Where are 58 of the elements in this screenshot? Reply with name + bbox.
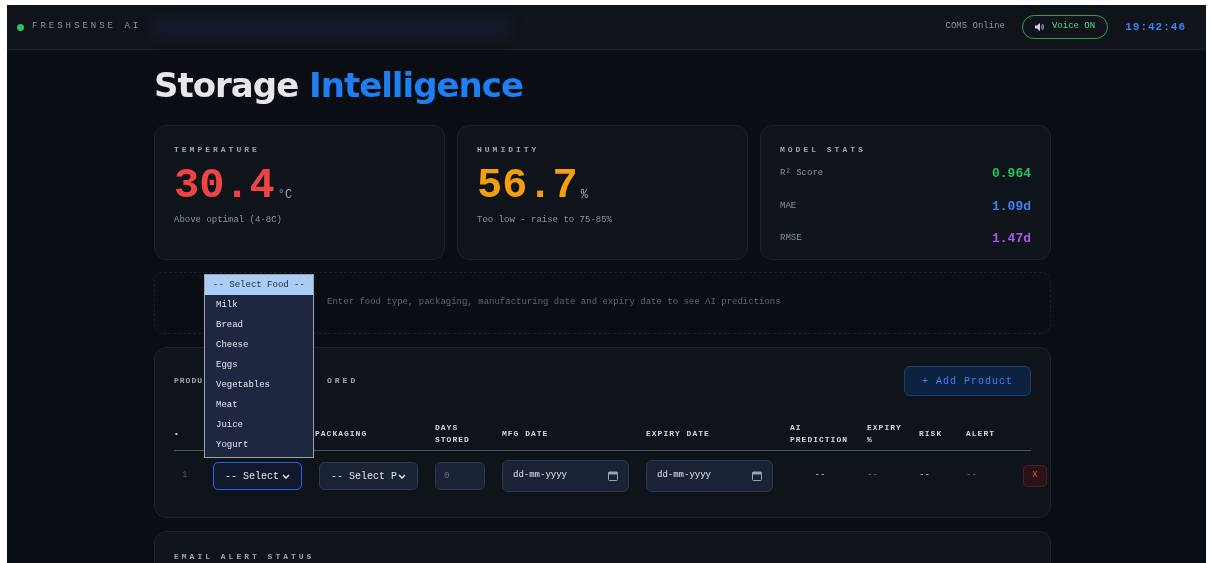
reading-value: 56.7 [477,164,578,208]
column-header: • [174,428,181,440]
card-label: HUMIDITY [477,144,541,156]
expiry-date-field[interactable]: dd-mm-yyyy [646,460,773,492]
row-number: 1 [181,469,189,483]
alert-cell-text: -- [966,469,978,483]
column-header: AI PREDICTION [790,422,849,446]
column-header: ALERT [966,428,996,440]
section-title: PRODU [174,375,203,387]
column-header: PACKAGING [315,428,369,440]
chevron-down-icon [398,473,406,479]
page-title: Storage Intelligence [154,65,524,105]
column-header: EXPIRY % [867,422,902,446]
speaker-icon [1034,23,1044,31]
dropdown-option[interactable]: Eggs [205,355,313,375]
dropdown-option[interactable]: Milk [205,295,313,315]
dropdown-option[interactable]: Yogurt [205,435,313,455]
prediction-cell-text: -- [813,469,827,483]
days-input[interactable]: 0 [435,462,485,490]
section-title: ORED [327,375,359,387]
dropdown-option[interactable]: Cheese [205,335,313,355]
port-status: COM5 Online [945,20,1005,34]
stat-label: R² Score [780,167,824,180]
dropdown-option[interactable]: -- Select Food -- [205,275,313,295]
unit-label: % [580,187,589,204]
reading-value: 30.4 [174,164,275,208]
dropdown-option[interactable]: Vegetables [205,375,313,395]
dropdown-option[interactable]: Meat [205,395,313,415]
column-header: MFG DATE [502,428,550,440]
food-select[interactable]: -- Select [213,462,302,490]
packaging-select[interactable]: -- Select P [319,462,418,490]
expiry-cell-text: -- [867,469,879,483]
stat-label: RMSE [780,232,802,245]
dropdown-option[interactable]: Juice [205,415,313,435]
stat-value: 1.09d [992,197,1031,216]
reading-note: Above optimal (4-8C) [174,214,284,227]
column-header: RISK [919,428,944,440]
unit-label: °C [277,187,293,204]
risk-cell-text: -- [919,469,931,483]
reading-note: Too low - raise to 75-85% [477,214,614,227]
stat-value: 0.964 [992,165,1031,183]
add-product-button[interactable]: + Add Product [904,366,1031,396]
delete-button[interactable]: X [1023,465,1047,487]
dropdown-option[interactable]: Bread [205,315,313,335]
info-text: Enter food type, packaging, manufacturing date and expiry date to see AI predictions [327,296,781,310]
chevron-down-icon [282,473,290,479]
mfg-date-field[interactable]: dd-mm-yyyy [502,460,629,492]
calendar-icon [608,471,618,481]
column-header: EXPIRY DATE [646,428,711,440]
brand-name: FRESHSENSE AI [32,20,142,34]
clock: 19:42:46 [1125,19,1186,35]
column-header: DAYS STORED [435,422,471,446]
section-title: EMAIL ALERT STATUS [174,551,316,563]
stat-value: 1.47d [992,230,1031,248]
stat-label: MAE [780,199,797,213]
calendar-icon [752,471,762,481]
card-label: MODEL STATS [780,144,867,156]
card-label: TEMPERATURE [174,144,261,156]
